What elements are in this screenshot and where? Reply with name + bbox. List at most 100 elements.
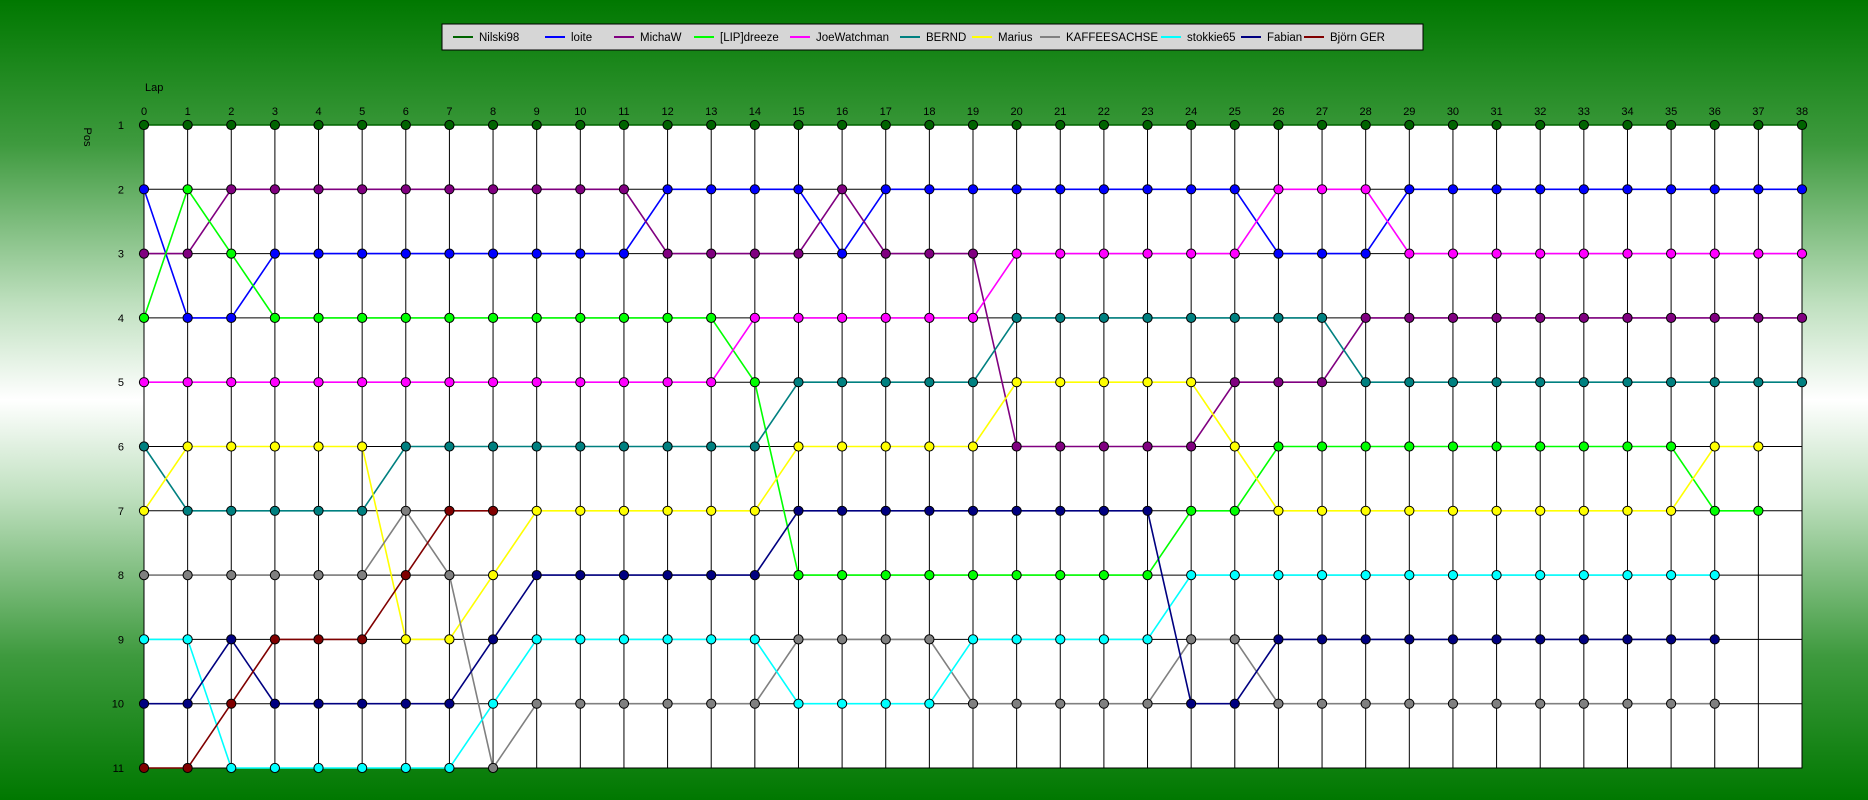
legend-label: Nilski98 <box>479 32 519 44</box>
data-point <box>1011 377 1022 388</box>
data-point <box>967 570 979 581</box>
data-point <box>226 698 237 709</box>
data-point <box>357 377 368 388</box>
data-point <box>1622 505 1633 516</box>
data-point <box>837 698 848 709</box>
data-point <box>1491 570 1502 581</box>
data-point <box>1229 184 1240 195</box>
legend-label: BERND <box>926 32 966 44</box>
data-point <box>1578 312 1589 323</box>
x-tick-label: 35 <box>1665 106 1677 118</box>
x-tick-label: 34 <box>1621 106 1633 118</box>
x-tick-label: 10 <box>574 106 586 118</box>
data-point <box>575 634 586 645</box>
data-point <box>269 698 280 709</box>
data-point <box>1011 505 1022 516</box>
data-point <box>662 248 673 259</box>
data-point <box>1142 248 1153 259</box>
data-point <box>269 119 280 131</box>
data-point <box>575 377 586 388</box>
data-point <box>1098 570 1109 581</box>
x-tick-label: 9 <box>534 106 540 118</box>
data-point <box>1142 505 1153 516</box>
data-point <box>182 441 193 452</box>
data-point <box>618 119 630 131</box>
y-tick-label: 3 <box>118 249 124 261</box>
data-point <box>1229 634 1240 645</box>
data-point <box>531 570 542 581</box>
data-point <box>269 762 280 774</box>
data-point <box>1753 119 1764 131</box>
data-point <box>1098 441 1109 452</box>
data-point <box>1666 184 1677 195</box>
data-point <box>1055 377 1066 388</box>
data-point <box>706 184 717 195</box>
data-point <box>1753 441 1764 452</box>
data-point <box>138 762 150 774</box>
data-point <box>1098 377 1109 388</box>
data-point <box>618 184 630 195</box>
data-point <box>1186 441 1197 452</box>
data-point <box>1447 377 1459 388</box>
data-point <box>837 119 848 131</box>
data-point <box>706 698 717 709</box>
data-point <box>1535 248 1546 259</box>
y-tick-label: 11 <box>113 763 124 775</box>
data-point <box>1753 377 1764 388</box>
data-point <box>487 634 499 645</box>
data-point <box>924 441 935 452</box>
data-point <box>924 184 935 195</box>
data-point <box>1447 570 1459 581</box>
x-tick-label: 30 <box>1447 106 1459 118</box>
data-point <box>400 762 411 774</box>
legend-label: KAFFEESACHSE <box>1066 32 1158 44</box>
data-point <box>1011 184 1022 195</box>
data-point <box>487 248 499 259</box>
x-tick-label: 18 <box>923 106 935 118</box>
x-tick-label: 25 <box>1229 106 1241 118</box>
x-tick-label: 5 <box>359 106 365 118</box>
data-point <box>575 441 586 452</box>
data-point <box>1316 119 1328 131</box>
data-point <box>1229 505 1240 516</box>
data-point <box>880 184 891 195</box>
data-point <box>1491 184 1502 195</box>
data-point <box>1491 698 1502 709</box>
data-point <box>837 441 848 452</box>
data-point <box>1491 441 1502 452</box>
data-point <box>1273 441 1284 452</box>
data-point <box>313 441 324 452</box>
data-point <box>226 119 237 131</box>
data-point <box>749 441 760 452</box>
data-point <box>1273 184 1284 195</box>
data-point <box>924 312 935 323</box>
data-point <box>967 248 979 259</box>
data-point <box>357 119 368 131</box>
data-point <box>749 377 760 388</box>
data-point <box>400 119 411 131</box>
data-point <box>1360 119 1371 131</box>
data-point <box>1622 698 1633 709</box>
data-point <box>1447 698 1459 709</box>
data-point <box>1273 698 1284 709</box>
data-point <box>313 634 324 645</box>
data-point <box>226 184 237 195</box>
x-tick-label: 22 <box>1098 106 1110 118</box>
data-point <box>880 634 891 645</box>
data-point <box>1709 184 1720 195</box>
data-point <box>444 762 455 774</box>
data-point <box>400 570 411 581</box>
x-tick-label: 31 <box>1490 106 1502 118</box>
data-point <box>618 248 630 259</box>
data-point <box>1535 119 1546 131</box>
data-point <box>880 441 891 452</box>
data-point <box>269 441 280 452</box>
x-tick-label: 4 <box>315 106 321 118</box>
data-point <box>487 505 499 516</box>
legend-label: loite <box>571 32 592 44</box>
data-point <box>1360 312 1371 323</box>
data-point <box>1622 570 1633 581</box>
data-point <box>1535 634 1546 645</box>
data-point <box>1186 184 1197 195</box>
data-point <box>749 119 760 131</box>
